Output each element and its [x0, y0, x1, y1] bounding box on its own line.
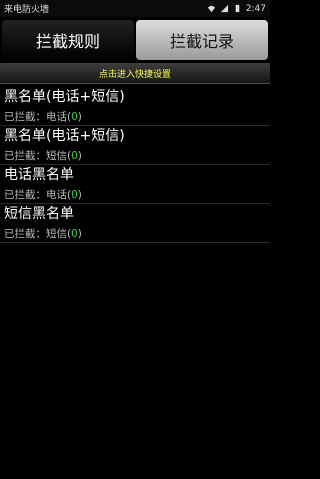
blocked-count: 0 — [71, 228, 78, 240]
list-item[interactable]: 黑名单(电话+短信) 已拦截：短信(0) — [0, 126, 270, 165]
blocked-count: 0 — [71, 150, 78, 162]
status-right: 2:47 — [207, 4, 266, 14]
list-item[interactable]: 电话黑名单 已拦截：电话(0) — [0, 165, 270, 204]
list-item-title: 短信黑名单 — [4, 206, 74, 222]
status-bar: 来电防火墙 2:47 — [0, 0, 270, 17]
blocked-label: 已拦截： — [4, 111, 46, 123]
list-item-title: 黑名单(电话+短信) — [4, 128, 125, 144]
wifi-icon — [207, 5, 215, 13]
tab-bar: 拦截规则 拦截记录 — [0, 17, 270, 63]
status-left: 来电防火墙 — [4, 2, 49, 15]
count-close: ) — [77, 189, 82, 201]
count-close: ) — [77, 228, 82, 240]
tab-intercept-rules[interactable]: 拦截规则 — [2, 20, 134, 60]
tab-intercept-records[interactable]: 拦截记录 — [136, 20, 268, 60]
blocked-count: 0 — [71, 111, 78, 123]
count-close: ) — [77, 150, 82, 162]
app-title: 来电防火墙 — [4, 5, 50, 15]
status-time: 2:47 — [245, 3, 266, 14]
rule-list: 黑名单(电话+短信) 已拦截：电话(0) 黑名单(电话+短信) 已拦截：短信(0… — [0, 87, 270, 243]
list-item[interactable]: 黑名单(电话+短信) 已拦截：电话(0) — [0, 87, 270, 126]
blocked-type: 短信 — [46, 150, 67, 162]
list-item-status: 已拦截：短信(0) — [4, 224, 270, 242]
list-item-status: 已拦截：电话(0) — [4, 185, 270, 203]
blocked-label: 已拦截： — [4, 189, 46, 201]
quick-settings-hint[interactable]: 点击进入快捷设置 — [0, 63, 270, 84]
list-item-status: 已拦截：短信(0) — [4, 146, 270, 164]
count-close: ) — [77, 111, 82, 123]
blocked-type: 电话 — [46, 189, 67, 201]
blocked-label: 已拦截： — [4, 150, 46, 162]
blocked-label: 已拦截： — [4, 228, 46, 240]
signal-icon — [220, 4, 228, 13]
blocked-type: 短信 — [46, 228, 67, 240]
list-item[interactable]: 短信黑名单 已拦截：短信(0) — [0, 204, 270, 243]
battery-icon — [235, 4, 240, 13]
blocked-count: 0 — [71, 189, 78, 201]
list-item-title: 黑名单(电话+短信) — [4, 89, 125, 105]
list-item-status: 已拦截：电话(0) — [4, 107, 270, 125]
list-item-title: 电话黑名单 — [4, 167, 74, 183]
blocked-type: 电话 — [46, 111, 67, 123]
